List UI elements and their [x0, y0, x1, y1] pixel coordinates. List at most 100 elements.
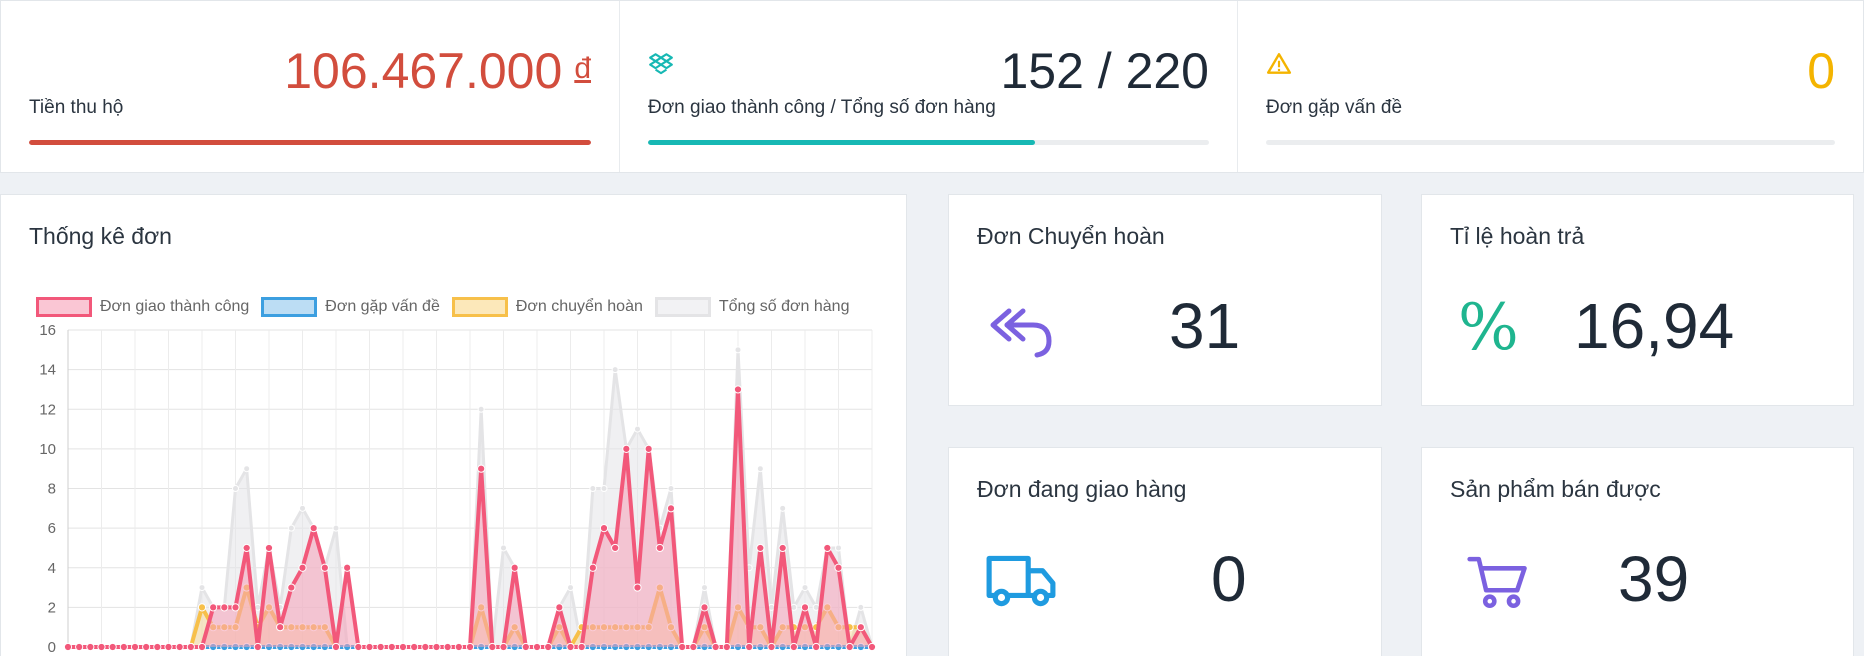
chart-legend: Đơn giao thành công Đơn gặp vấn đề Đơn c… [36, 296, 861, 318]
stats-bar: 106.467.000 đ Tiền thu hộ 152 / 220 Đơn g… [0, 0, 1864, 173]
legend-item-returns[interactable]: Đơn chuyển hoàn [451, 297, 643, 317]
data-point [197, 642, 207, 652]
legend-swatch [451, 297, 508, 317]
data-point [756, 543, 765, 553]
data-point [667, 485, 675, 492]
cod-progress [29, 140, 591, 145]
data-point [354, 642, 363, 652]
data-point [331, 642, 341, 652]
legend-item-problem[interactable]: Đơn gặp vấn đề [261, 297, 440, 317]
kpi-card-shipping: Đơn đang giao hàng 0 [948, 447, 1382, 656]
y-tick-label: 8 [48, 481, 56, 498]
stat-success: 152 / 220 Đơn giao thành công / Tổng số … [619, 1, 1237, 172]
data-point [387, 642, 396, 652]
kpi-title: Đơn đang giao hàng [977, 476, 1187, 502]
warning-icon [1266, 53, 1292, 74]
data-point [343, 563, 352, 572]
data-point [63, 642, 73, 652]
kpi-title: Sản phẩm bán được [1450, 476, 1661, 502]
data-point [768, 603, 775, 611]
data-point [823, 543, 832, 553]
data-point [75, 642, 84, 652]
data-point [332, 524, 340, 532]
truck-icon [986, 555, 1056, 607]
data-point [499, 642, 508, 652]
data-point [276, 623, 285, 632]
data-point [443, 642, 452, 652]
y-tick-label: 2 [48, 599, 56, 616]
data-point [86, 642, 95, 652]
data-point [254, 603, 262, 611]
data-point [465, 642, 475, 652]
data-point [655, 543, 664, 553]
data-point [398, 642, 408, 652]
data-point [867, 642, 877, 652]
legend-item-success[interactable]: Đơn giao thành công [36, 297, 249, 317]
legend-swatch [36, 297, 92, 317]
kpi-title: Đơn Chuyển hoàn [977, 223, 1165, 249]
legend-item-total[interactable]: Tổng số đơn hàng [654, 297, 850, 317]
data-point [845, 642, 854, 652]
data-point [812, 642, 821, 652]
data-point [376, 642, 385, 652]
data-point [243, 465, 251, 473]
cod-value: 106.467.000 đ [284, 37, 591, 105]
kpi-value: 39 [1618, 543, 1690, 615]
y-tick-label: 16 [39, 322, 56, 339]
data-point [599, 524, 609, 533]
data-point [856, 623, 865, 632]
data-point [644, 444, 653, 453]
data-point [588, 563, 597, 572]
data-point [298, 563, 307, 572]
legend-label: Đơn giao thành công [100, 298, 250, 315]
data-point [778, 543, 787, 553]
data-point [745, 642, 754, 652]
data-point [701, 584, 708, 592]
success-value: 152 / 220 [1000, 43, 1209, 99]
y-tick-label: 12 [39, 401, 56, 418]
data-point [835, 544, 842, 552]
order-chart: 16 14 12 10 8 6 4 2 0 [39, 322, 877, 656]
data-point [800, 603, 810, 612]
kpi-value: 31 [1169, 290, 1241, 362]
data-point [287, 524, 295, 532]
data-point [153, 642, 162, 652]
problem-value: 0 [1807, 43, 1835, 99]
data-point [142, 642, 151, 652]
data-point [242, 543, 251, 553]
data-point [108, 642, 117, 652]
reply-all-icon [990, 308, 1052, 358]
data-point [600, 485, 608, 492]
data-point [500, 544, 507, 552]
data-point [634, 425, 641, 433]
data-point [309, 524, 318, 533]
chart-title: Thống kê đơn [29, 223, 172, 249]
success-label: Đơn giao thành công / Tổng số đơn hàng [648, 97, 996, 118]
success-progress [648, 140, 1209, 145]
kpi-card-returns: Đơn Chuyển hoàn 31 [948, 194, 1382, 406]
legend-label: Tổng số đơn hàng [718, 298, 850, 315]
data-point [666, 504, 676, 513]
data-point [198, 584, 206, 592]
kpi-title: Tỉ lệ hoàn trả [1450, 223, 1585, 249]
data-point [264, 543, 274, 553]
data-point [711, 642, 720, 652]
problem-progress [1266, 140, 1835, 145]
data-point [432, 642, 441, 652]
data-point [756, 465, 764, 473]
data-point [611, 366, 619, 374]
data-point [220, 603, 229, 612]
data-point [734, 346, 742, 354]
data-point [97, 642, 106, 652]
data-point [611, 543, 620, 553]
data-point [119, 642, 128, 652]
problem-label: Đơn gặp vấn đề [1266, 97, 1403, 118]
currency-symbol: đ [574, 52, 591, 85]
y-tick-label: 0 [48, 639, 56, 656]
data-point [164, 642, 173, 652]
data-point [287, 583, 296, 592]
data-point [722, 642, 731, 652]
legend-label: Đơn gặp vấn đề [325, 298, 440, 315]
kpi-value: 0 [1211, 543, 1247, 615]
data-point [477, 464, 486, 473]
